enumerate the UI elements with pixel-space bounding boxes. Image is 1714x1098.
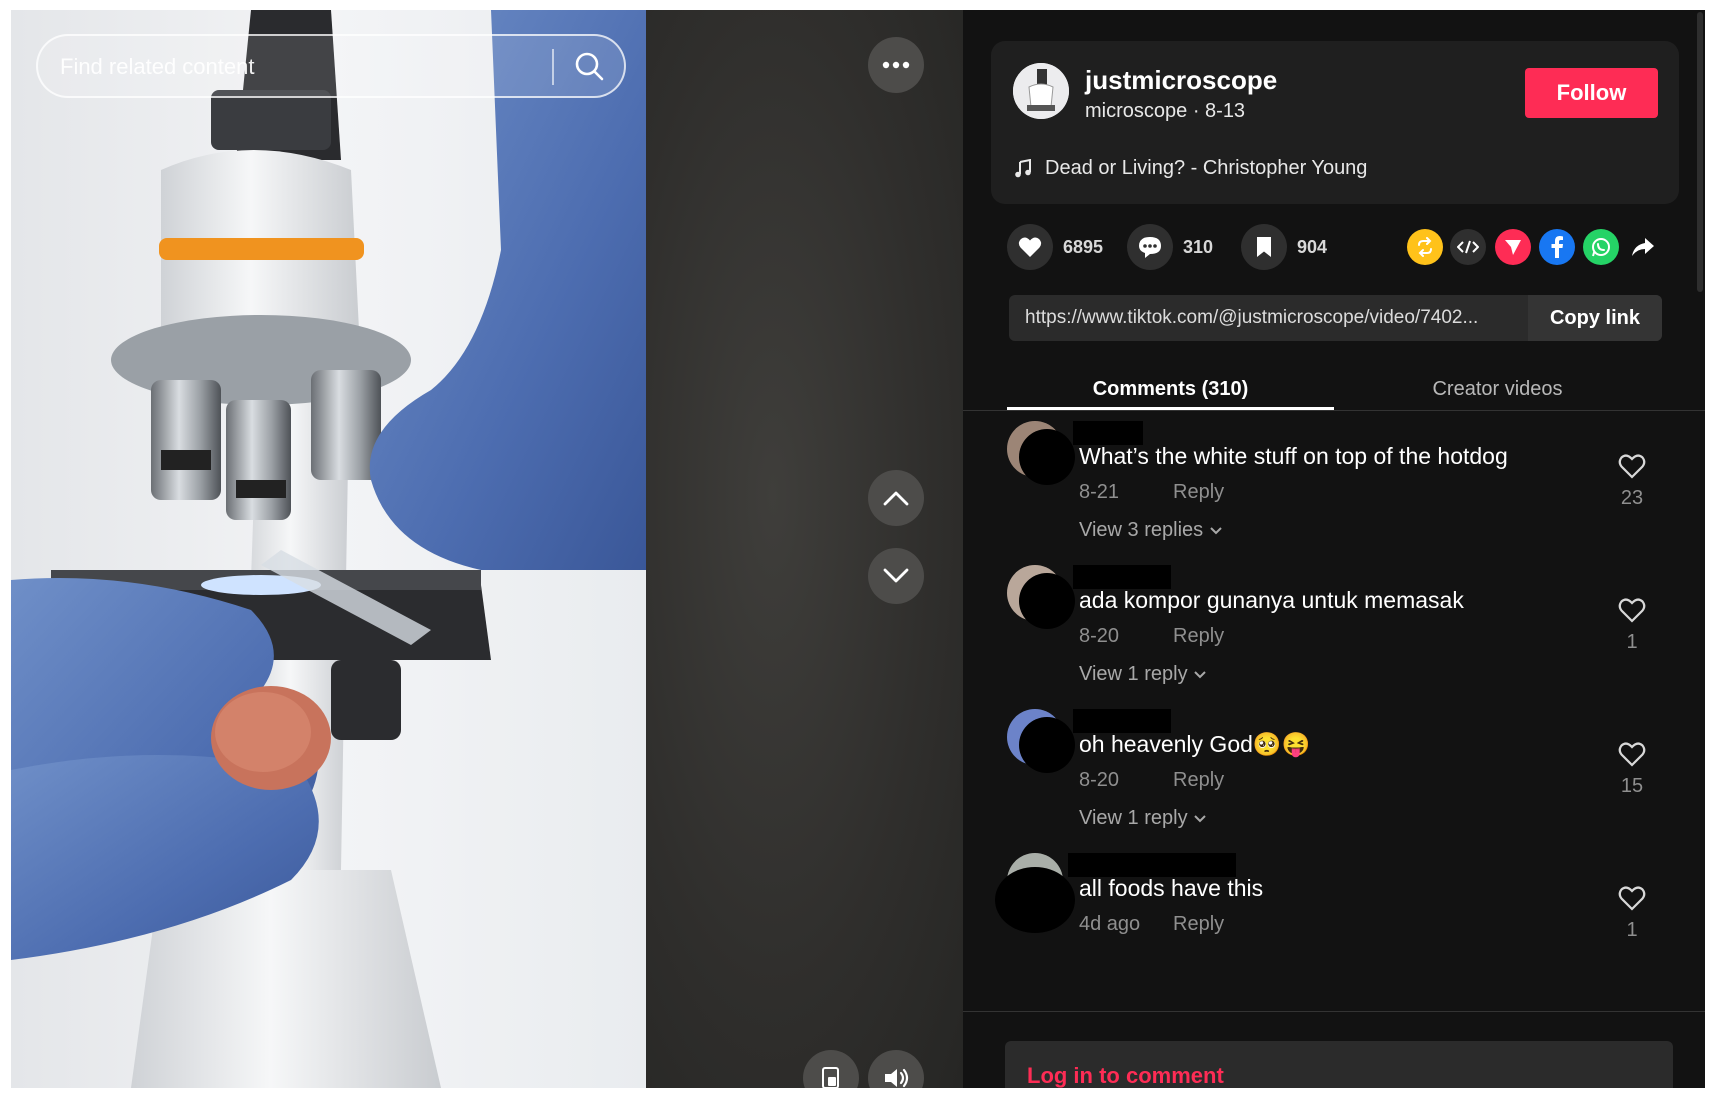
- save-count: 904: [1297, 236, 1328, 257]
- chevron-down-icon: [1194, 671, 1206, 679]
- music-title[interactable]: Dead or Living? - Christopher Young: [1045, 157, 1367, 180]
- copy-link-button[interactable]: Copy link: [1528, 295, 1662, 341]
- previous-video-button[interactable]: [868, 470, 924, 526]
- comment-count: 310: [1183, 236, 1214, 257]
- save-button[interactable]: [1241, 224, 1287, 270]
- comment-item: ada kompor gunanya untuk memasak 8-20 Re…: [963, 555, 1705, 713]
- redacted-username: [1068, 853, 1236, 877]
- redacted-avatar: [1019, 429, 1075, 485]
- view-replies-label: View 1 reply: [1079, 663, 1188, 685]
- tab-creator-videos[interactable]: Creator videos: [1334, 368, 1661, 414]
- comments-bottom-divider: [963, 1011, 1705, 1012]
- more-options-button[interactable]: [868, 37, 924, 93]
- comment-text: What’s the white stuff on top of the hot…: [1079, 443, 1508, 469]
- view-replies-button[interactable]: View 1 reply: [1079, 663, 1207, 686]
- heart-outline-icon[interactable]: [1618, 885, 1646, 911]
- details-panel: justmicroscope microscope · 8-13 Follow …: [963, 10, 1705, 1088]
- heart-icon: [1018, 237, 1042, 257]
- share-arrow-icon[interactable]: [1625, 229, 1661, 265]
- comment-item: oh heavenly God🥺😝 8-20 Reply View 1 repl…: [963, 699, 1705, 857]
- view-replies-button[interactable]: View 1 reply: [1079, 807, 1207, 830]
- microscope-video-image: [11, 10, 646, 1088]
- ellipsis-icon: [882, 61, 910, 69]
- like-button[interactable]: [1007, 224, 1053, 270]
- redacted-username: [1073, 565, 1171, 589]
- comment-like-count: 23: [1620, 487, 1644, 509]
- comment-like-count: 1: [1626, 631, 1638, 653]
- tiktok-video-page: justmicroscope microscope · 8-13 Follow …: [11, 10, 1705, 1088]
- search-divider: [552, 49, 554, 85]
- view-replies-label: View 1 reply: [1079, 807, 1188, 829]
- chevron-down-icon: [883, 568, 909, 583]
- login-to-comment-link[interactable]: Log in to comment: [1027, 1063, 1224, 1088]
- video-frame[interactable]: [11, 10, 646, 1088]
- reply-button[interactable]: Reply: [1173, 769, 1224, 792]
- view-replies-button[interactable]: View 3 replies: [1079, 519, 1223, 542]
- search-bar[interactable]: [36, 34, 626, 98]
- comment-item: What’s the white stuff on top of the hot…: [963, 411, 1705, 569]
- reply-button[interactable]: Reply: [1173, 625, 1224, 648]
- author-subline: microscope · 8-13: [1085, 100, 1246, 122]
- like-stat[interactable]: 6895: [1007, 224, 1103, 270]
- video-player[interactable]: [11, 10, 963, 1088]
- send-icon[interactable]: [1495, 229, 1531, 265]
- bookmark-icon: [1257, 237, 1271, 257]
- facebook-icon[interactable]: [1539, 229, 1575, 265]
- repost-icon[interactable]: [1407, 229, 1443, 265]
- video-link-url[interactable]: https://www.tiktok.com/@justmicroscope/v…: [1025, 307, 1525, 329]
- comment-stat[interactable]: 310: [1127, 224, 1213, 270]
- redacted-username: [1073, 709, 1171, 733]
- comment-text: ada kompor gunanya untuk memasak: [1079, 587, 1464, 613]
- music-note-icon: [1015, 159, 1031, 178]
- reply-button[interactable]: Reply: [1173, 913, 1224, 936]
- video-blur-backdrop: [646, 10, 963, 1088]
- panel-scrollbar[interactable]: [1697, 12, 1703, 292]
- comments-list[interactable]: What’s the white stuff on top of the hot…: [963, 411, 1705, 1011]
- picture-in-picture-icon: [822, 1067, 839, 1088]
- next-video-button[interactable]: [868, 548, 924, 604]
- chevron-down-icon: [1209, 527, 1222, 535]
- reply-button[interactable]: Reply: [1173, 481, 1224, 504]
- comment-like-count: 15: [1620, 775, 1644, 797]
- comment-button[interactable]: [1127, 224, 1173, 270]
- search-icon[interactable]: [574, 51, 604, 81]
- login-to-comment-bar[interactable]: Log in to comment: [1005, 1041, 1673, 1088]
- follow-button[interactable]: Follow: [1525, 68, 1658, 118]
- redacted-avatar: [1019, 573, 1075, 629]
- comment-date: 4d ago: [1079, 913, 1141, 935]
- comment-date: 8-21: [1079, 481, 1120, 503]
- redacted-username: [1073, 421, 1143, 445]
- author-avatar[interactable]: [1013, 63, 1069, 119]
- author-info-card: justmicroscope microscope · 8-13 Follow …: [991, 41, 1679, 204]
- heart-outline-icon[interactable]: [1618, 597, 1646, 623]
- heart-outline-icon[interactable]: [1618, 741, 1646, 767]
- microscope-avatar-image: [1013, 63, 1069, 119]
- video-link-box: https://www.tiktok.com/@justmicroscope/v…: [1009, 295, 1662, 341]
- save-stat[interactable]: 904: [1241, 224, 1327, 270]
- view-replies-label: View 3 replies: [1079, 519, 1204, 541]
- comment-date: 8-20: [1079, 769, 1120, 791]
- volume-icon: [885, 1068, 909, 1088]
- redacted-avatar: [1019, 717, 1075, 773]
- comment-item: all foods have this 4d ago Reply 1: [963, 843, 1705, 1001]
- heart-outline-icon[interactable]: [1618, 453, 1646, 479]
- comment-text: oh heavenly God🥺😝: [1079, 731, 1311, 757]
- like-count: 6895: [1063, 236, 1104, 257]
- chevron-down-icon: [1194, 815, 1206, 823]
- embed-icon[interactable]: [1450, 229, 1486, 265]
- comment-like-count: 1: [1626, 919, 1638, 941]
- chevron-up-icon: [883, 491, 909, 506]
- whatsapp-icon[interactable]: [1583, 229, 1619, 265]
- search-input[interactable]: [60, 54, 530, 80]
- comment-bubble-icon: [1139, 237, 1161, 258]
- comment-date: 8-20: [1079, 625, 1120, 647]
- comment-text: all foods have this: [1079, 875, 1264, 901]
- redacted-avatar: [995, 867, 1075, 933]
- author-username[interactable]: justmicroscope: [1085, 65, 1277, 96]
